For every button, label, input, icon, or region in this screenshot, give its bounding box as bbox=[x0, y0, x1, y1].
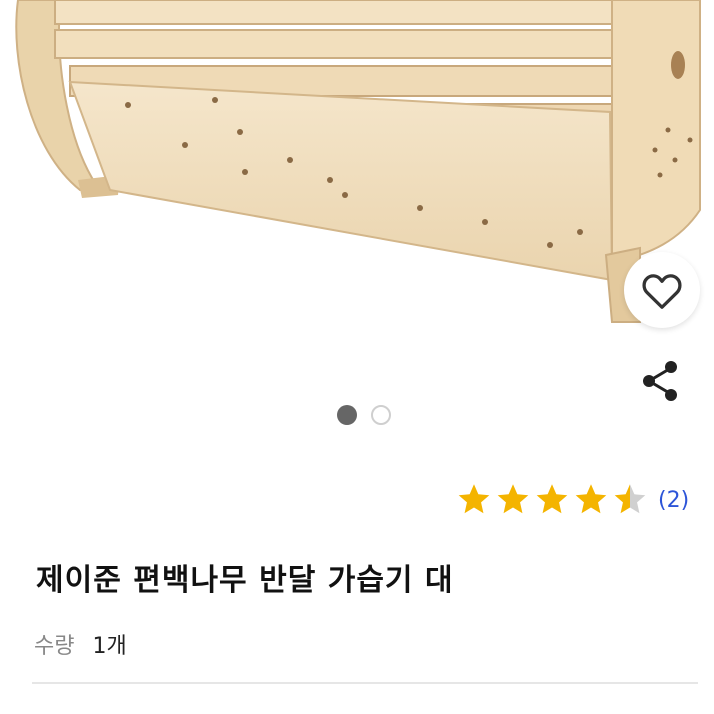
quantity-row: 수량 1개 bbox=[34, 628, 127, 660]
heart-icon bbox=[642, 274, 682, 309]
share-button[interactable] bbox=[636, 356, 686, 406]
share-icon bbox=[643, 361, 677, 401]
product-title: 제이준 편백나무 반달 가습기 대 bbox=[36, 563, 454, 598]
rating-stars bbox=[456, 482, 648, 518]
image-pagination bbox=[337, 405, 391, 425]
star-icon bbox=[614, 484, 646, 514]
rating-summary[interactable]: (2) bbox=[456, 482, 689, 518]
star-icon bbox=[458, 484, 490, 514]
star-icon bbox=[575, 484, 607, 514]
review-count-link[interactable]: (2) bbox=[658, 488, 689, 513]
pagination-dot-1[interactable] bbox=[337, 405, 357, 425]
pagination-dot-2[interactable] bbox=[371, 405, 391, 425]
quantity-label: 수량 bbox=[34, 634, 75, 659]
favorite-button[interactable] bbox=[624, 252, 700, 328]
product-image[interactable] bbox=[0, 0, 714, 400]
star-icon bbox=[536, 484, 568, 514]
wooden-humidifier-illustration bbox=[15, 0, 701, 323]
star-icon bbox=[497, 484, 529, 514]
section-divider bbox=[32, 682, 698, 684]
quantity-value: 1개 bbox=[92, 634, 127, 659]
